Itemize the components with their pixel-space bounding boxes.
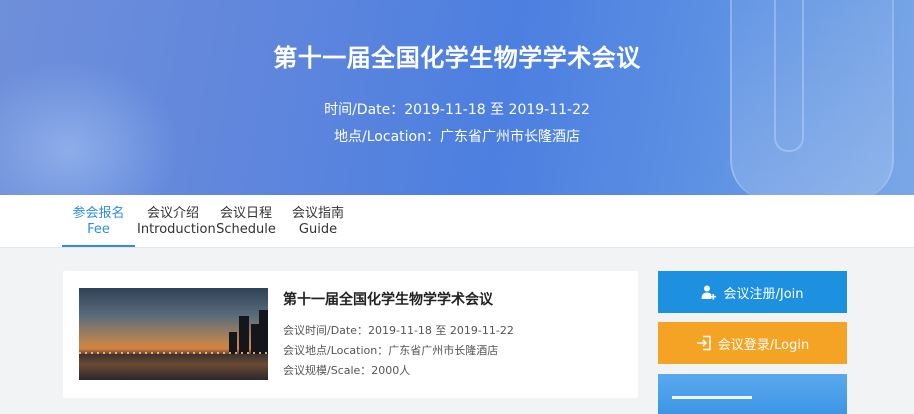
- card-date: 会议时间/Date：2019-11-18 至 2019-11-22: [283, 324, 514, 337]
- flask-decoration: [730, 0, 894, 195]
- tab-label-en: Introduction: [137, 222, 216, 237]
- panel-heading-partial: [672, 396, 752, 413]
- tab-label-cn: 参会报名: [72, 206, 125, 221]
- add-user-icon: [701, 285, 717, 300]
- side-info-panel: [658, 374, 847, 414]
- card-scale: 会议规模/Scale：2000人: [283, 364, 411, 377]
- conference-nav: 参会报名 Fee 会议介绍 Introduction 会议日程 Schedule…: [0, 195, 914, 248]
- tab-label-cn: 会议介绍: [146, 206, 199, 221]
- tab-introduction[interactable]: 会议介绍 Introduction: [137, 195, 216, 247]
- photo-building: [239, 316, 249, 354]
- conference-location: 地点/Location：广东省广州市长隆酒店: [334, 129, 580, 145]
- conference-title: 第十一届全国化学生物学学术会议: [273, 44, 641, 72]
- tab-schedule[interactable]: 会议日程 Schedule: [215, 195, 277, 247]
- tab-label-cn: 会议日程: [219, 206, 272, 221]
- tab-label-en: Schedule: [216, 222, 276, 237]
- photo-building: [259, 310, 268, 354]
- tab-guide[interactable]: 会议指南 Guide: [287, 195, 349, 247]
- conference-banner: 第十一届全国化学生物学学术会议 时间/Date：2019-11-18 至 201…: [0, 0, 914, 195]
- venue-photo: [79, 288, 268, 380]
- tab-fee[interactable]: 参会报名 Fee: [62, 195, 135, 247]
- card-title: 第十一届全国化学生物学学术会议: [283, 292, 493, 308]
- conference-date: 时间/Date：2019-11-18 至 2019-11-22: [324, 102, 590, 118]
- photo-river: [79, 354, 268, 380]
- conference-card: 第十一届全国化学生物学学术会议 会议时间/Date：2019-11-18 至 2…: [63, 271, 638, 398]
- login-button[interactable]: 会议登录/Login: [658, 322, 847, 364]
- login-icon: [696, 335, 711, 351]
- register-label: 会议注册/Join: [723, 286, 804, 302]
- card-location: 会议地点/Location：广东省广州市长隆酒店: [283, 344, 499, 357]
- photo-building: [251, 324, 259, 354]
- photo-building: [229, 332, 237, 354]
- tab-label-en: Guide: [298, 222, 338, 237]
- login-label: 会议登录/Login: [717, 337, 810, 353]
- tab-label-en: Fee: [87, 222, 110, 237]
- register-button[interactable]: 会议注册/Join: [658, 271, 847, 313]
- tab-label-cn: 会议指南: [291, 206, 344, 221]
